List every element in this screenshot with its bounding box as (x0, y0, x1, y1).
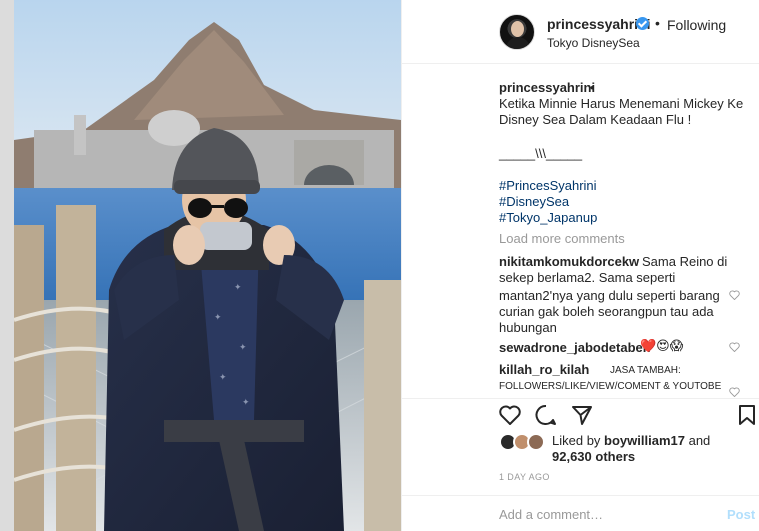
caption-username[interactable]: princessyahrini (499, 80, 595, 95)
left-strip (0, 0, 14, 531)
post-panel: princessyahrini • Following Tokyo Disney… (401, 0, 759, 531)
post-header: princessyahrini • Following Tokyo Disney… (402, 0, 759, 64)
hashtag-link[interactable]: #DisneySea (499, 194, 569, 209)
svg-text:✦: ✦ (239, 342, 247, 352)
comment-text: curian gak boleh seorangpun tau ada (499, 304, 714, 319)
comment-bubble-icon[interactable] (534, 403, 558, 427)
hashtag-link[interactable]: #PrincesSyahrini (499, 178, 597, 193)
comment-text: Sama Reino di (642, 254, 728, 269)
liker-username[interactable]: boywilliam17 (604, 433, 685, 448)
comment-username[interactable]: killah_ro_kilah (499, 362, 589, 377)
post-photo[interactable]: ✦✦✦ ✦✦✦ (14, 0, 401, 531)
bookmark-icon[interactable] (735, 403, 759, 427)
caption-separator: • (590, 80, 595, 95)
comment-username[interactable]: nikitamkomukdorcekw (499, 254, 639, 269)
share-icon[interactable] (570, 403, 594, 427)
comment-text: JASA TAMBAH: (610, 365, 681, 376)
likes-summary[interactable]: Liked by boywilliam17 and 92,630 others (552, 433, 732, 465)
photo-scene: ✦✦✦ ✦✦✦ (14, 0, 401, 531)
svg-text:✦: ✦ (219, 372, 227, 382)
svg-text:✦: ✦ (214, 312, 222, 322)
likes-connector: and (688, 433, 711, 448)
comment-emoji: ❤️😍😱 (640, 339, 684, 354)
comment-text: FOLLOWERS/LIKE/VIEW/COMENT & YOUTOBE (499, 381, 722, 392)
comment-like-heart-icon[interactable] (729, 387, 740, 397)
hashtag-link[interactable]: #Tokyo_Japanup (499, 210, 597, 225)
post-comment-button[interactable]: Post (727, 507, 755, 522)
add-comment-input[interactable]: Add a comment… (499, 507, 603, 522)
location-link[interactable]: Tokyo DisneySea (547, 36, 640, 50)
caption-divider: _____\\\_____ (499, 146, 583, 161)
svg-text:✦: ✦ (242, 397, 250, 407)
comments-section[interactable]: princessyahrini • Ketika Minnie Harus Me… (402, 64, 759, 398)
comment-like-heart-icon[interactable] (729, 290, 740, 300)
add-comment-bar: Add a comment… Post (402, 495, 759, 531)
liker-avatar[interactable] (527, 433, 545, 451)
header-username[interactable]: princessyahrini (547, 16, 651, 32)
post-timestamp[interactable]: 1 DAY AGO (499, 472, 550, 482)
like-heart-icon[interactable] (498, 403, 522, 427)
likes-others-count[interactable]: 92,630 others (552, 449, 635, 464)
comment-username[interactable]: sewadrone_jabodetabek (499, 340, 650, 355)
avatar-face (511, 21, 524, 37)
action-bar (402, 398, 759, 428)
likes-row: Liked by boywilliam17 and 92,630 others (402, 431, 759, 471)
following-button[interactable]: Following (667, 17, 726, 33)
comment-text: mantan2'nya yang dulu seperti barang (499, 288, 720, 303)
comment-text: sekep berlama2. Sama seperti (499, 270, 676, 285)
comment-like-heart-icon[interactable] (729, 342, 740, 352)
avatar-body (506, 37, 530, 49)
caption-line: Ketika Minnie Harus Menemani Mickey Ke (499, 96, 744, 111)
verified-badge-icon (636, 17, 649, 30)
load-more-comments-button[interactable]: Load more comments (499, 231, 625, 246)
header-separator: • (655, 15, 660, 31)
avatar[interactable] (499, 14, 535, 50)
likes-prefix: Liked by (552, 433, 601, 448)
caption-line: Disney Sea Dalam Keadaan Flu ! (499, 112, 692, 127)
svg-text:✦: ✦ (234, 282, 242, 292)
comment-text: hubungan (499, 320, 557, 335)
